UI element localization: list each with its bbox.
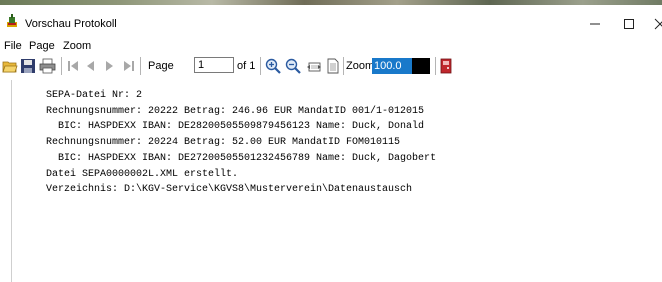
content-border bbox=[11, 80, 12, 282]
close-button[interactable] bbox=[645, 12, 662, 36]
title-bar: Vorschau Protokoll bbox=[0, 5, 662, 33]
minimize-icon bbox=[590, 23, 600, 25]
log-line: BIC: HASPDEXX IBAN: DE282005055098794561… bbox=[46, 121, 425, 133]
toolbar-separator bbox=[260, 57, 261, 75]
protocol-log: SEPA-Datei Nr: 2 Rechnungsnummer: 20222 B… bbox=[46, 88, 436, 198]
log-line: Rechnungsnummer: 20224 Betrag: 52.00 EUR… bbox=[46, 137, 401, 149]
page-label: Page bbox=[148, 60, 174, 72]
toolbar-separator bbox=[140, 57, 141, 75]
toolbar: Page of 1 Zoom bbox=[0, 54, 662, 78]
zoom-label: Zoom bbox=[346, 60, 375, 72]
open-folder-icon[interactable] bbox=[2, 58, 18, 74]
last-page-icon[interactable] bbox=[122, 58, 136, 74]
close-icon bbox=[654, 18, 662, 30]
app-icon bbox=[7, 14, 17, 27]
toolbar-separator bbox=[61, 57, 62, 75]
fit-page-icon[interactable] bbox=[326, 58, 340, 74]
exit-icon[interactable] bbox=[440, 58, 452, 74]
previous-page-icon[interactable] bbox=[84, 58, 96, 74]
maximize-button[interactable] bbox=[616, 12, 642, 36]
zoom-dropdown-button[interactable] bbox=[412, 58, 430, 74]
next-page-icon[interactable] bbox=[104, 58, 116, 74]
log-line: Datei SEPA0000002L.XML erstellt. bbox=[46, 168, 239, 180]
log-line: BIC: HASPDEXX IBAN: DE272005055012324567… bbox=[46, 152, 437, 164]
first-page-icon[interactable] bbox=[66, 58, 80, 74]
log-line: Verzeichnis: D:\KGV-Service\KGVS8\Muster… bbox=[46, 184, 413, 196]
maximize-icon bbox=[624, 19, 634, 29]
log-line: SEPA-Datei Nr: 2 bbox=[46, 90, 143, 101]
toolbar-separator bbox=[435, 57, 436, 75]
log-line: Rechnungsnummer: 20222 Betrag: 246.96 EU… bbox=[46, 105, 425, 117]
zoom-input[interactable] bbox=[372, 58, 412, 74]
fit-width-icon[interactable] bbox=[306, 58, 322, 74]
menu-zoom[interactable]: Zoom bbox=[63, 39, 91, 53]
menu-page[interactable]: Page bbox=[29, 39, 55, 53]
page-number-input[interactable] bbox=[194, 57, 234, 73]
menu-file[interactable]: File bbox=[4, 39, 22, 53]
window-title: Vorschau Protokoll bbox=[25, 18, 117, 30]
page-count-label: of 1 bbox=[237, 60, 256, 72]
zoom-in-icon[interactable] bbox=[265, 58, 282, 74]
zoom-out-icon[interactable] bbox=[285, 58, 302, 74]
save-icon[interactable] bbox=[20, 58, 36, 74]
minimize-button[interactable] bbox=[582, 12, 608, 36]
toolbar-separator bbox=[343, 57, 344, 75]
print-icon[interactable] bbox=[39, 58, 56, 74]
